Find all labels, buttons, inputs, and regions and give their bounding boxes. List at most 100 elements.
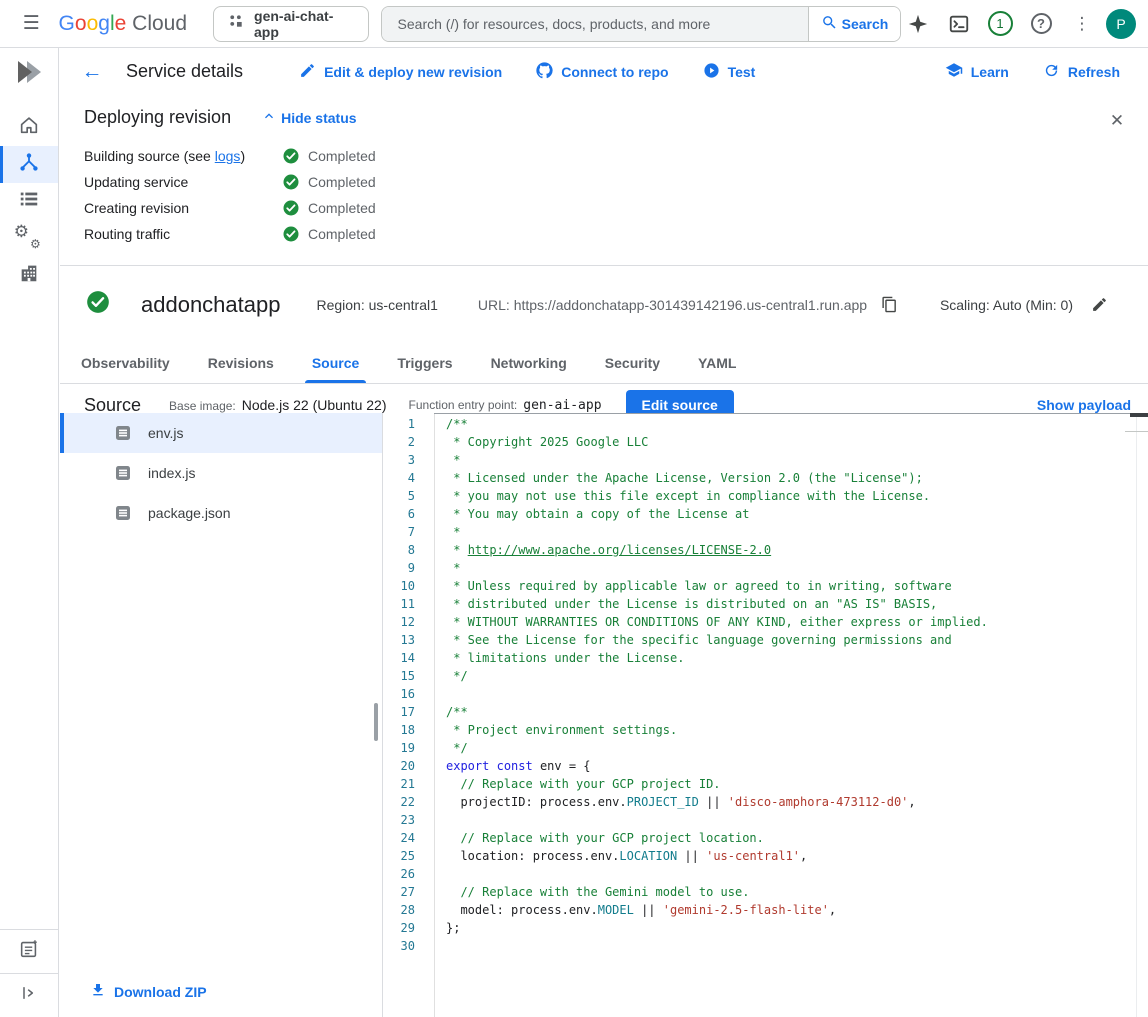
tab-yaml[interactable]: YAML <box>679 343 755 383</box>
gemini-sparkle-icon[interactable] <box>901 7 935 41</box>
entry-point-value: gen-ai-app <box>523 398 601 413</box>
hide-status-label: Hide status <box>281 110 356 126</box>
code-line: 6 * You may obtain a copy of the License… <box>383 505 1136 523</box>
code-editor[interactable]: 1/**2 * Copyright 2025 Google LLC3 *4 * … <box>382 413 1148 1017</box>
line-content <box>434 811 446 829</box>
release-notes-icon <box>18 938 40 965</box>
line-number: 17 <box>383 703 434 721</box>
status-row: Building source (see logs)Completed <box>84 143 1148 169</box>
rail-item-revisions[interactable] <box>0 183 58 220</box>
entry-point: Function entry point: gen-ai-app <box>409 398 602 413</box>
tab-triggers[interactable]: Triggers <box>378 343 471 383</box>
line-number: 1 <box>383 415 434 433</box>
line-content: projectID: process.env.PROJECT_ID || 'di… <box>434 793 916 811</box>
left-nav-rail: ⚙⚙ <box>0 48 59 1017</box>
line-content: * distributed under the License is distr… <box>434 595 937 613</box>
test-button[interactable]: Test <box>703 62 756 82</box>
tab-source[interactable]: Source <box>293 343 378 383</box>
logo-letter: o <box>75 12 87 35</box>
file-name: env.js <box>148 425 184 441</box>
building-icon <box>18 262 40 289</box>
project-selector[interactable]: gen-ai-chat-app <box>213 6 369 42</box>
line-number: 3 <box>383 451 434 469</box>
back-button[interactable]: ← <box>80 60 104 84</box>
line-content: export const env = { <box>434 757 591 775</box>
search-button[interactable]: Search <box>808 7 900 41</box>
copy-url-button[interactable] <box>881 296 898 313</box>
google-cloud-logo: Google Cloud <box>59 12 187 36</box>
status-value: Completed <box>282 225 376 243</box>
service-region: Region: us-central1 <box>316 297 437 313</box>
status-text: Completed <box>308 174 376 190</box>
code-line: 1/** <box>383 415 1136 433</box>
rail-item-integrations[interactable]: ⚙⚙ <box>0 220 58 257</box>
connect-repo-button[interactable]: Connect to repo <box>536 62 668 82</box>
line-content: * Project environment settings. <box>434 721 677 739</box>
edit-scaling-button[interactable] <box>1091 296 1108 313</box>
line-number: 23 <box>383 811 434 829</box>
help-icon[interactable]: ? <box>1024 7 1058 41</box>
more-options-icon[interactable]: ⋮ <box>1065 7 1099 41</box>
edit-deploy-button[interactable]: Edit & deploy new revision <box>299 62 502 82</box>
chevron-up-icon <box>261 108 277 127</box>
cloud-shell-icon[interactable] <box>942 7 976 41</box>
file-item-package.json[interactable]: package.json <box>60 493 382 533</box>
show-payload-link[interactable]: Show payload <box>1037 397 1131 413</box>
file-panel-scrollbar[interactable] <box>374 703 378 741</box>
test-label: Test <box>728 64 756 80</box>
tab-security[interactable]: Security <box>586 343 679 383</box>
line-content: // Replace with the Gemini model to use. <box>434 883 749 901</box>
file-item-env.js[interactable]: env.js <box>60 413 382 453</box>
line-number: 7 <box>383 523 434 541</box>
cloud-run-console: ☰ Google Cloud gen-ai-chat-app Search 1 … <box>0 0 1148 1017</box>
line-content: * you may not use this file except in co… <box>434 487 930 505</box>
tab-revisions[interactable]: Revisions <box>189 343 293 383</box>
code-line: 13 * See the License for the specific la… <box>383 631 1136 649</box>
line-number: 8 <box>383 541 434 559</box>
menu-icon[interactable]: ☰ <box>12 4 51 44</box>
tab-networking[interactable]: Networking <box>472 343 586 383</box>
line-number: 13 <box>383 631 434 649</box>
search-icon <box>821 14 838 34</box>
service-name: addonchatapp <box>141 292 280 318</box>
line-number: 9 <box>383 559 434 577</box>
line-number: 28 <box>383 901 434 919</box>
line-content: // Replace with your GCP project ID. <box>434 775 721 793</box>
edit-deploy-label: Edit & deploy new revision <box>324 64 502 80</box>
line-number: 4 <box>383 469 434 487</box>
refresh-button[interactable]: Refresh <box>1043 62 1120 82</box>
github-icon <box>536 62 553 82</box>
release-notes-button[interactable] <box>0 929 58 973</box>
code-line: 5 * you may not use this file except in … <box>383 487 1136 505</box>
play-circle-icon <box>703 62 720 82</box>
user-avatar[interactable]: P <box>1106 9 1136 39</box>
line-content: */ <box>434 739 468 757</box>
search-input[interactable] <box>382 7 808 41</box>
status-row: Updating serviceCompleted <box>84 169 1148 195</box>
notifications-badge[interactable]: 1 <box>983 7 1017 41</box>
service-summary: addonchatapp Region: us-central1 URL: ht… <box>60 266 1148 343</box>
file-item-index.js[interactable]: index.js <box>60 453 382 493</box>
line-content: * Unless required by applicable law or a… <box>434 577 952 595</box>
deploy-status-rows: Building source (see logs)CompletedUpdat… <box>84 143 1148 247</box>
code-line: 8 * http://www.apache.org/licenses/LICEN… <box>383 541 1136 559</box>
rail-item-organization[interactable] <box>0 257 58 294</box>
file-icon <box>115 505 131 521</box>
tab-observability[interactable]: Observability <box>62 343 189 383</box>
base-image-value: Node.js 22 (Ubuntu 22) <box>242 397 387 413</box>
line-number: 27 <box>383 883 434 901</box>
project-name: gen-ai-chat-app <box>254 8 354 40</box>
service-scaling: Scaling: Auto (Min: 0) <box>940 297 1073 313</box>
status-value: Completed <box>282 147 376 165</box>
logs-link[interactable]: logs <box>215 148 241 164</box>
rail-item-services[interactable] <box>0 146 58 183</box>
code-line: 23 <box>383 811 1136 829</box>
rail-item-home[interactable] <box>0 109 58 146</box>
code-line: 14 * limitations under the License. <box>383 649 1136 667</box>
expand-rail-button[interactable] <box>0 973 58 1017</box>
download-zip-button[interactable]: Download ZIP <box>90 982 207 1001</box>
learn-button[interactable]: Learn <box>945 61 1009 82</box>
deploy-status-panel: Deploying revision Hide status ✕ Buildin… <box>60 95 1148 266</box>
hide-status-toggle[interactable]: Hide status <box>261 108 356 127</box>
close-icon[interactable]: ✕ <box>1105 109 1129 133</box>
